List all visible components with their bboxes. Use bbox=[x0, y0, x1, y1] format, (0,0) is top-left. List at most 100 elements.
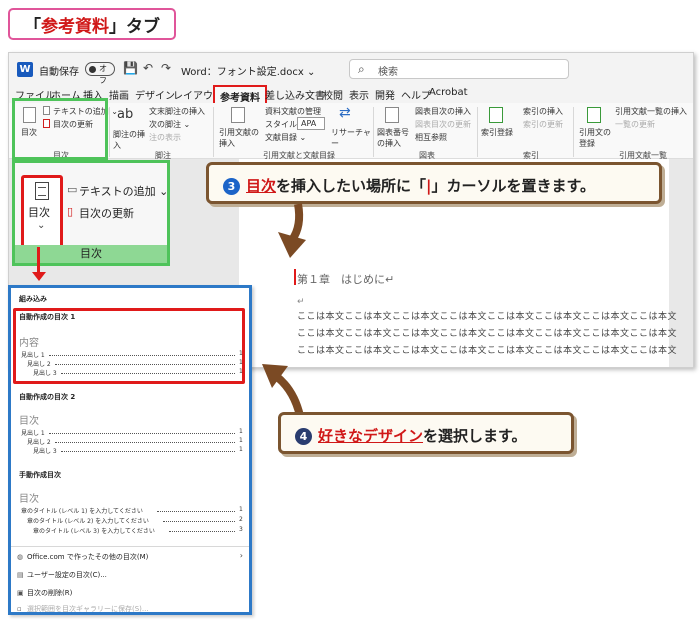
toc-entry: 章のタイトル (レベル 1) を入力してください bbox=[21, 508, 143, 515]
autosave-label: 自動保存 bbox=[39, 67, 79, 78]
undo-icon[interactable]: ↶ bbox=[143, 61, 153, 75]
title-open: 「 bbox=[24, 16, 41, 37]
document-icon: ▤ bbox=[17, 571, 24, 579]
body-line: ここは本文ここは本文ここは本文ここは本文ここは本文ここは本文ここは本文ここは本文 bbox=[297, 329, 678, 339]
dot-leader bbox=[169, 531, 235, 532]
autosave-toggle[interactable]: オフ bbox=[85, 62, 115, 85]
separator bbox=[373, 107, 374, 157]
save-icon[interactable]: 💾 bbox=[123, 61, 138, 75]
built-in-label: 組み込み bbox=[19, 295, 47, 303]
tab-design[interactable]: デザイン bbox=[135, 87, 175, 102]
callout-step4: 4 好きなデザインを選択します。 bbox=[278, 412, 574, 454]
tab-help[interactable]: ヘルプ bbox=[401, 87, 431, 102]
tab-developer[interactable]: 開発 bbox=[375, 87, 395, 102]
red-arrow-head bbox=[32, 272, 46, 281]
remove-toc-item[interactable]: ▣ 目次の削除(R) bbox=[17, 588, 72, 598]
auto-toc1-heading: 内容 bbox=[19, 338, 39, 349]
body-line: ここは本文ここは本文ここは本文ここは本文ここは本文ここは本文ここは本文ここは本文 bbox=[297, 346, 678, 356]
title-close: 」 bbox=[109, 16, 126, 37]
tab-view[interactable]: 表示 bbox=[349, 87, 369, 102]
tab-draw[interactable]: 描画 bbox=[109, 87, 129, 102]
manual-toc-title[interactable]: 手動作成目次 bbox=[19, 470, 61, 480]
zoom-add-text[interactable]: テキストの追加 ⌄ bbox=[79, 183, 168, 199]
update-index-button[interactable]: 索引の更新 bbox=[523, 119, 563, 130]
separator bbox=[213, 107, 214, 157]
insert-endnote-button[interactable]: 文末脚注の挿入 bbox=[149, 106, 205, 117]
footnote-icon: ab bbox=[117, 107, 134, 122]
callout-text: を選択します。 bbox=[423, 427, 527, 445]
show-notes-button[interactable]: 注の表示 bbox=[149, 132, 181, 143]
insert-footnote-button[interactable]: 脚注の挿入 bbox=[113, 129, 147, 151]
insert-citation-button[interactable]: 引用文献の挿入 bbox=[219, 127, 259, 149]
search-icon: ⌕ bbox=[358, 62, 365, 76]
insert-caption-button[interactable]: 図表番号の挿入 bbox=[377, 127, 411, 149]
chevron-down-icon: ⌄ bbox=[37, 220, 46, 231]
step-number: 4 bbox=[295, 428, 312, 445]
toc-entry: 見出し 3 bbox=[33, 370, 57, 377]
separator bbox=[477, 107, 478, 157]
more-toc-office-item[interactable]: ◍ Office.com で作ったその他の目次(M) bbox=[17, 552, 148, 562]
insert-authorities-button[interactable]: 引用文献一覧の挿入 bbox=[615, 106, 687, 117]
add-text-icon: ▭ bbox=[67, 183, 78, 196]
title-highlight: 参考資料 bbox=[41, 16, 109, 37]
tab-references[interactable]: 参考資料 bbox=[213, 85, 267, 104]
title-bar: W 自動保存 オフ 💾 ↶ ↷ Word：フォント設定.docx ⌄ ⌕ 検索 bbox=[9, 53, 693, 85]
body-line: ここは本文ここは本文ここは本文ここは本文ここは本文ここは本文ここは本文ここは本文 bbox=[297, 312, 678, 322]
toc-entry: 見出し 1 bbox=[21, 430, 45, 437]
dot-leader bbox=[61, 451, 235, 452]
mark-entry-button[interactable]: 索引登録 bbox=[481, 127, 513, 138]
manage-sources-button[interactable]: 資料文献の管理 bbox=[265, 106, 321, 117]
tab-review[interactable]: 校閲 bbox=[323, 87, 343, 102]
toc-entry: 章のタイトル (レベル 3) を入力してください bbox=[33, 528, 155, 535]
redo-icon[interactable]: ↷ bbox=[161, 61, 171, 75]
cross-reference-button[interactable]: 相互参照 bbox=[415, 132, 447, 143]
next-footnote-button[interactable]: 次の脚注 ⌄ bbox=[149, 119, 190, 130]
dot-leader bbox=[163, 521, 235, 522]
callout-highlight: 目次 bbox=[246, 177, 277, 195]
update-figures-table-button[interactable]: 図表目次の更新 bbox=[415, 119, 471, 130]
page-number: 1 bbox=[239, 506, 243, 513]
style-select[interactable]: APA bbox=[297, 117, 326, 130]
bibliography-button[interactable]: 文献目録 ⌄ bbox=[265, 132, 306, 143]
step-number: 3 bbox=[223, 178, 240, 195]
search-input[interactable]: ⌕ 検索 bbox=[349, 59, 569, 79]
dot-leader bbox=[55, 442, 235, 443]
paragraph-mark: ↵ bbox=[297, 297, 305, 307]
researcher-button[interactable]: リサーチャー bbox=[331, 127, 371, 149]
page-number: 3 bbox=[239, 526, 243, 533]
auto-toc2-title[interactable]: 自動作成の目次 2 bbox=[19, 392, 75, 402]
toc-big-label: 目次 bbox=[28, 206, 50, 219]
text-cursor bbox=[294, 269, 296, 285]
tab-mailings[interactable]: 差し込み文書 bbox=[265, 87, 325, 102]
update-authorities-button[interactable]: 一覧の更新 bbox=[615, 119, 655, 130]
custom-toc-item[interactable]: ▤ ユーザー設定の目次(C)... bbox=[17, 570, 107, 580]
page-number: 1 bbox=[239, 368, 243, 375]
insert-figures-table-button[interactable]: 図表目次の挿入 bbox=[415, 106, 471, 117]
toc-entry: 章のタイトル (レベル 2) を入力してください bbox=[27, 518, 149, 525]
word-logo-icon: W bbox=[17, 62, 33, 77]
toc-entry: 見出し 3 bbox=[33, 448, 57, 455]
save-gallery-icon: ▫ bbox=[17, 605, 22, 613]
page-number: 1 bbox=[239, 437, 243, 444]
mark-entry-icon bbox=[489, 107, 503, 123]
page-number: 1 bbox=[239, 428, 243, 435]
toc-entry: 見出し 1 bbox=[21, 352, 45, 359]
mark-citation-icon bbox=[587, 107, 601, 123]
page-number: 1 bbox=[239, 446, 243, 453]
search-placeholder: 検索 bbox=[378, 67, 398, 78]
callout-step3: 3 目次を挿入したい場所に「|」カーソルを置きます。 bbox=[206, 162, 662, 204]
toc-group-highlight bbox=[12, 98, 108, 160]
dot-leader bbox=[49, 433, 235, 434]
remove-icon: ▣ bbox=[17, 589, 24, 597]
tab-acrobat[interactable]: Acrobat bbox=[429, 87, 468, 98]
chevron-right-icon: › bbox=[239, 551, 243, 560]
menu-label: ユーザー設定の目次(C)... bbox=[27, 571, 107, 579]
toc-gallery: 組み込み 自動作成の目次 1 内容 見出し 1 1 見出し 2 1 見出し 3 … bbox=[8, 285, 252, 615]
menu-label: Office.com で作ったその他の目次(M) bbox=[27, 553, 149, 561]
page-number: 1 bbox=[239, 359, 243, 366]
document-title[interactable]: Word：フォント設定.docx ⌄ bbox=[181, 63, 315, 78]
save-selection-item[interactable]: ▫ 選択範囲を目次ギャラリーに保存(S)... bbox=[17, 604, 149, 613]
mark-citation-button[interactable]: 引用文の登録 bbox=[579, 127, 611, 149]
zoom-update-table[interactable]: 目次の更新 bbox=[79, 205, 134, 221]
insert-index-button[interactable]: 索引の挿入 bbox=[523, 106, 563, 117]
